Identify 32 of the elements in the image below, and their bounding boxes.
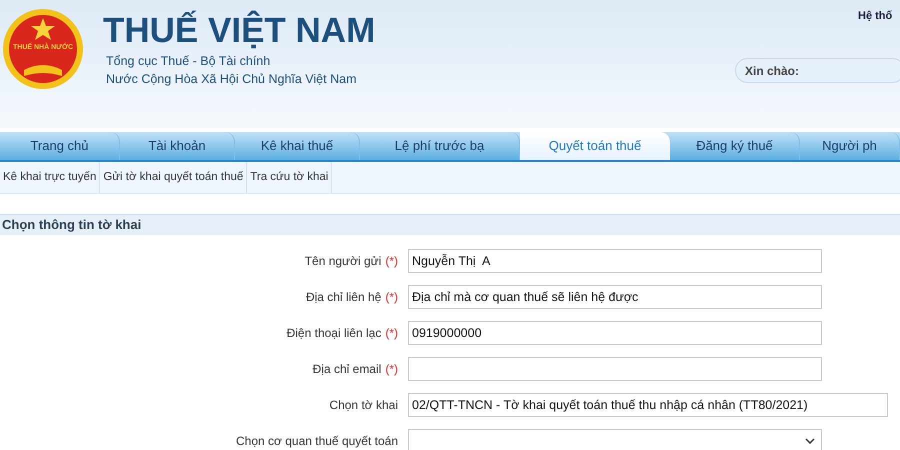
section-header: Chọn thông tin tờ khai bbox=[0, 215, 900, 235]
text-field[interactable]: Địa chỉ mà cơ quan thuế sẽ liên hệ được bbox=[408, 285, 822, 309]
text-field[interactable]: 0919000000 bbox=[408, 321, 822, 345]
field-label: Địa chỉ liên hệ bbox=[306, 289, 382, 306]
nav-tab[interactable]: Kê khai thuế bbox=[235, 132, 360, 160]
site-title: THUẾ VIỆT NAM bbox=[103, 10, 376, 52]
nav-tab[interactable]: Trang chủ bbox=[0, 132, 120, 160]
required-mark: (*) bbox=[385, 325, 398, 342]
required-mark: (*) bbox=[385, 253, 398, 270]
greeting-badge: Xin chào: bbox=[735, 58, 900, 83]
text-field[interactable]: Nguyễn Thị A bbox=[408, 249, 822, 273]
field-label: Chọn tờ khai bbox=[329, 397, 398, 414]
subnav-link[interactable]: Kê khai trực tuyến bbox=[0, 162, 100, 193]
dropdown-field[interactable]: 02/QTT-TNCN - Tờ khai quyết toán thuế thu nhập cá nhân (TT80/2021) bbox=[408, 393, 888, 417]
site-subtitle: Nước Cộng Hòa Xã Hội Chủ Nghĩa Việt Nam bbox=[106, 71, 358, 88]
nav-tab[interactable]: Quyết toán thuế bbox=[520, 132, 670, 160]
field-label: Địa chỉ email bbox=[312, 361, 382, 378]
subnav-link[interactable]: Gửi tờ khai quyết toán thuế bbox=[100, 162, 248, 193]
nav-tab[interactable]: Tài khoản bbox=[120, 132, 235, 160]
nav-tab[interactable]: Đăng ký thuế bbox=[670, 132, 800, 160]
text-field[interactable] bbox=[408, 357, 822, 381]
field-label: Tên người gửi bbox=[304, 253, 382, 270]
field-label: Chọn cơ quan thuế quyết toán bbox=[236, 433, 398, 450]
site-subtitle: Tổng cục Thuế - Bộ Tài chính bbox=[106, 53, 272, 70]
subnav-link[interactable]: Tra cứu tờ khai bbox=[247, 162, 332, 193]
dropdown-field[interactable] bbox=[408, 429, 822, 450]
nav-tab[interactable]: Người ph bbox=[800, 132, 900, 160]
system-link[interactable]: Hệ thố bbox=[858, 8, 892, 24]
required-mark: (*) bbox=[385, 361, 398, 378]
required-mark: (*) bbox=[385, 289, 398, 306]
field-label: Điện thoại liên lạc bbox=[286, 325, 382, 342]
chevron-down-icon bbox=[805, 438, 815, 444]
